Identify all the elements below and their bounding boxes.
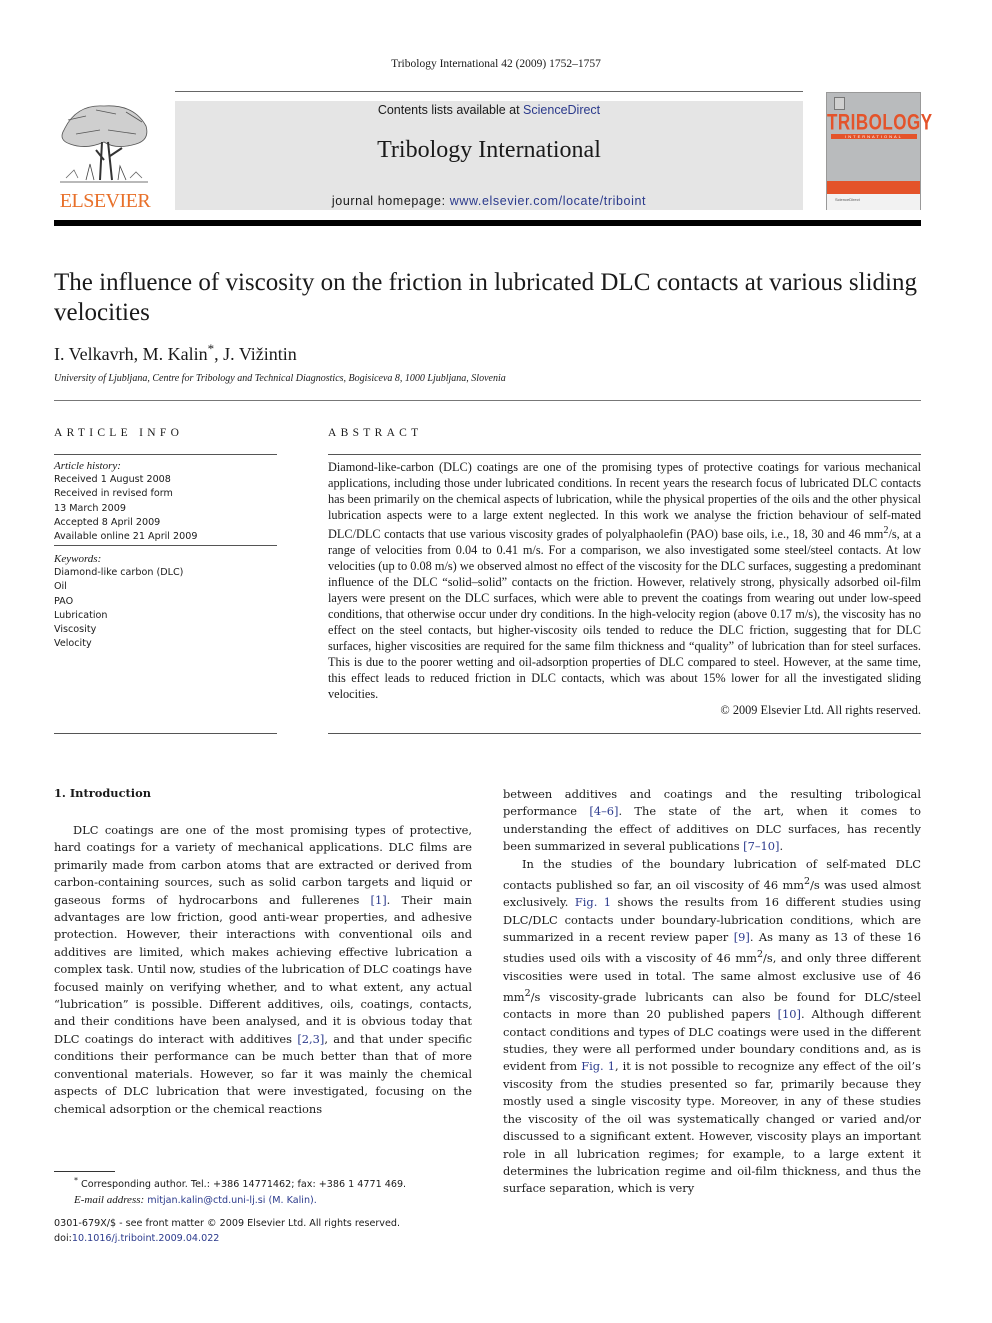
author-list: I. Velkavrh, M. Kalin*, J. Vižintin bbox=[54, 341, 297, 364]
divider bbox=[328, 733, 921, 734]
body-column-left: DLC coatings are one of the most promisi… bbox=[54, 822, 472, 1118]
history-item: Accepted 8 April 2009 bbox=[54, 516, 161, 528]
text: . bbox=[779, 839, 784, 854]
running-head: Tribology International 42 (2009) 1752–1… bbox=[391, 58, 601, 70]
header-top-rule bbox=[175, 91, 803, 92]
citation-link[interactable]: [7–10] bbox=[743, 839, 779, 853]
keyword-item: Velocity bbox=[54, 638, 92, 650]
doi-link[interactable]: 10.1016/j.triboint.2009.04.022 bbox=[72, 1233, 220, 1244]
journal-homepage-link[interactable]: www.elsevier.com/locate/triboint bbox=[450, 194, 646, 208]
elsevier-wordmark: ELSEVIER bbox=[59, 190, 151, 212]
email-line: E-mail address: mitjan.kalin@ctd.uni-lj.… bbox=[54, 1193, 474, 1209]
homepage-prefix: journal homepage: bbox=[331, 194, 450, 208]
keywords: Keywords: Diamond-like carbon (DLC) Oil … bbox=[54, 552, 277, 651]
history-label: Article history: bbox=[54, 460, 121, 472]
corresponding-author-note: * Corresponding author. Tel.: +386 14771… bbox=[54, 1174, 474, 1193]
footnote-rule bbox=[54, 1171, 115, 1172]
email-link[interactable]: mitjan.kalin@ctd.uni-lj.si (M. Kalin). bbox=[147, 1195, 317, 1206]
contents-line: Contents lists available at ScienceDirec… bbox=[175, 103, 803, 117]
header-thick-rule bbox=[54, 220, 921, 226]
abstract-text: Diamond-like-carbon (DLC) coatings are o… bbox=[328, 460, 921, 542]
citation-link[interactable]: [10] bbox=[778, 1007, 801, 1021]
abstract-body: Diamond-like-carbon (DLC) coatings are o… bbox=[328, 459, 921, 718]
text: , it is not possible to recognize any ef… bbox=[503, 1059, 922, 1196]
cover-orange-band bbox=[827, 181, 920, 194]
divider bbox=[328, 454, 921, 455]
paragraph: In the studies of the boundary lubricati… bbox=[503, 856, 921, 1198]
history-item: 13 March 2009 bbox=[54, 502, 126, 514]
abstract-text: /s, at a range of velocities from 0.04 t… bbox=[328, 527, 922, 702]
citation-link[interactable]: [9] bbox=[734, 930, 750, 944]
contents-prefix: Contents lists available at bbox=[377, 103, 524, 117]
history-item: Received 1 August 2008 bbox=[54, 474, 171, 486]
cover-subtitle: INTERNATIONAL bbox=[831, 134, 917, 139]
homepage-line: journal homepage: www.elsevier.com/locat… bbox=[175, 194, 803, 208]
doi-line: doi:10.1016/j.triboint.2009.04.022 bbox=[54, 1232, 474, 1247]
body-column-right: between additives and coatings and the r… bbox=[503, 786, 921, 1198]
abstract-heading: ABSTRACT bbox=[328, 427, 423, 439]
keyword-item: Diamond-like carbon (DLC) bbox=[54, 567, 184, 579]
citation-link[interactable]: [4–6] bbox=[589, 804, 618, 818]
elsevier-logo[interactable]: ELSEVIER bbox=[54, 98, 156, 212]
affiliation: University of Ljubljana, Centre for Trib… bbox=[54, 373, 506, 384]
article-info-heading: ARTICLE INFO bbox=[54, 427, 184, 439]
text: . Their main advantages are low friction… bbox=[54, 892, 472, 1046]
cover-brand: ScienceDirect bbox=[835, 197, 860, 202]
corresponding-author-mark[interactable]: * bbox=[208, 341, 215, 356]
paragraph: DLC coatings are one of the most promisi… bbox=[54, 822, 472, 1118]
divider bbox=[54, 733, 277, 734]
elsevier-tree-icon bbox=[60, 105, 148, 183]
text: Corresponding author. Tel.: +386 1477146… bbox=[78, 1179, 407, 1191]
citation-link[interactable]: [2,3] bbox=[297, 1032, 324, 1046]
divider bbox=[54, 400, 921, 401]
history-item: Available online 21 April 2009 bbox=[54, 531, 198, 543]
keyword-item: Lubrication bbox=[54, 609, 108, 621]
article-history: Article history: Received 1 August 2008 … bbox=[54, 459, 277, 544]
journal-title: Tribology International bbox=[377, 137, 601, 163]
section-heading: 1. Introduction bbox=[54, 786, 151, 800]
issn-copyright: 0301-679X/$ - see front matter © 2009 El… bbox=[54, 1218, 401, 1229]
journal-cover-thumbnail[interactable]: TRIBOLOGY INTERNATIONAL ScienceDirect bbox=[826, 92, 933, 210]
author-name[interactable]: M. Kalin bbox=[143, 344, 208, 364]
paragraph: between additives and coatings and the r… bbox=[503, 786, 921, 856]
abstract-copyright: © 2009 Elsevier Ltd. All rights reserved… bbox=[720, 703, 921, 718]
history-item: Received in revised form bbox=[54, 488, 173, 500]
sciencedirect-link[interactable]: ScienceDirect bbox=[523, 103, 600, 117]
doi-prefix: doi: bbox=[54, 1232, 72, 1244]
citation-link[interactable]: [1] bbox=[371, 893, 387, 907]
figure-link[interactable]: Fig. 1 bbox=[581, 1059, 615, 1073]
footnote: * Corresponding author. Tel.: +386 14771… bbox=[54, 1174, 474, 1208]
keyword-item: PAO bbox=[54, 595, 74, 607]
email-label: E-mail address: bbox=[74, 1193, 145, 1206]
keyword-item: Oil bbox=[54, 581, 67, 593]
cover-publisher-icon bbox=[834, 97, 845, 110]
divider bbox=[54, 454, 277, 455]
figure-link[interactable]: Fig. 1 bbox=[575, 895, 611, 909]
divider bbox=[54, 545, 277, 546]
front-matter: 0301-679X/$ - see front matter © 2009 El… bbox=[54, 1217, 474, 1246]
author-name[interactable]: I. Velkavrh bbox=[54, 344, 134, 364]
author-name[interactable]: J. Vižintin bbox=[223, 344, 297, 364]
keyword-item: Viscosity bbox=[54, 624, 97, 636]
article-title: The influence of viscosity on the fricti… bbox=[54, 269, 917, 326]
keywords-label: Keywords: bbox=[54, 553, 102, 565]
journal-banner: Contents lists available at ScienceDirec… bbox=[175, 101, 803, 210]
cover-title: TRIBOLOGY bbox=[827, 110, 933, 135]
